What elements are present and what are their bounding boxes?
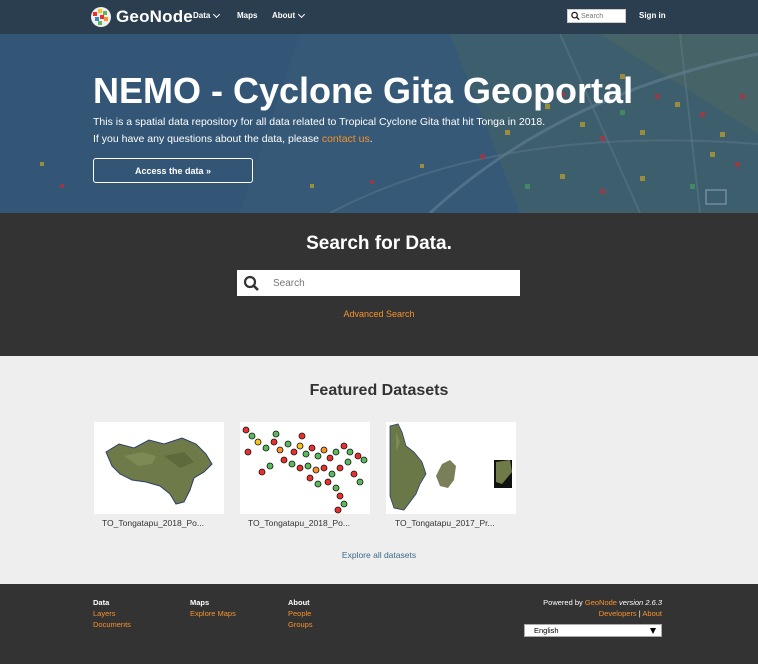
geonode-logo[interactable]: GeoNode (90, 4, 193, 30)
geonode-link[interactable]: GeoNode (585, 598, 617, 607)
footer-secondary-links: Developers | About (543, 608, 662, 619)
footer-maps-heading: Maps (190, 598, 210, 607)
hero-description-line1: This is a spatial data repository for al… (93, 116, 546, 128)
geonode-logo-icon (91, 7, 111, 27)
dataset-label-1[interactable]: TO_Tongatapu_2018_Po... (102, 518, 204, 528)
dropdown-arrow-icon (650, 628, 656, 634)
hero-banner: NEMO - Cyclone Gita Geoportal This is a … (0, 34, 758, 213)
hero-description-line2: If you have any questions about the data… (93, 133, 373, 145)
points-map-thumbnail (242, 426, 368, 514)
footer-about-link[interactable]: About (642, 609, 662, 618)
version-text: version 2.6.3 (616, 598, 662, 607)
footer-groups-link[interactable]: Groups (288, 619, 313, 630)
powered-by-info: Powered by GeoNode version 2.6.3 Develop… (543, 597, 662, 619)
nav-maps-label: Maps (237, 11, 258, 20)
chevron-down-icon (213, 10, 221, 18)
footer-maps-column: Maps Explore Maps (190, 597, 236, 619)
access-data-button[interactable]: Access the data » (93, 158, 253, 183)
top-navbar: GeoNode Data Maps About Sign in (0, 0, 758, 34)
tongatapu-island-thumbnail (105, 437, 213, 505)
nav-data-label: Data (193, 11, 211, 20)
imagery-tiles-thumbnail (389, 423, 512, 511)
dataset-label-2[interactable]: TO_Tongatapu_2018_Po... (248, 518, 350, 528)
footer-about-column: About People Groups (288, 597, 313, 630)
nav-search-box[interactable] (567, 9, 626, 23)
search-icon (243, 275, 259, 291)
language-selected-value: English (534, 626, 559, 635)
nav-maps-link[interactable]: Maps (237, 11, 257, 20)
nav-search-input[interactable] (581, 12, 625, 20)
footer-explore-maps-link[interactable]: Explore Maps (190, 608, 236, 619)
sign-in-link[interactable]: Sign in (639, 11, 666, 20)
search-section: Search for Data. Advanced Search (0, 213, 758, 356)
nav-about-menu[interactable]: About (272, 10, 306, 20)
footer-about-heading: About (288, 598, 310, 607)
featured-title: Featured Datasets (309, 382, 449, 399)
footer-data-heading: Data (93, 598, 110, 607)
powered-prefix: Powered by (543, 598, 585, 607)
developers-link[interactable]: Developers (599, 609, 637, 618)
nav-data-menu[interactable]: Data (193, 10, 221, 20)
dataset-thumbnail-2[interactable] (240, 422, 370, 514)
search-title: Search for Data. (306, 233, 452, 254)
hero-line2-prefix: If you have any questions about the data… (93, 133, 322, 145)
main-search-box[interactable] (237, 270, 520, 296)
page-title: NEMO - Cyclone Gita Geoportal (93, 70, 634, 111)
powered-by-line: Powered by GeoNode version 2.6.3 (543, 597, 662, 608)
dataset-thumbnail-1[interactable] (94, 422, 224, 514)
advanced-search-link[interactable]: Advanced Search (0, 309, 758, 319)
nav-about-label: About (272, 11, 296, 20)
main-search-input[interactable] (273, 277, 503, 289)
footer-data-column: Data Layers Documents (93, 597, 131, 630)
footer-documents-link[interactable]: Documents (93, 619, 131, 630)
chevron-down-icon (298, 10, 306, 18)
contact-us-link[interactable]: contact us (322, 133, 370, 145)
footer-people-link[interactable]: People (288, 608, 313, 619)
dataset-thumbnail-3[interactable] (386, 422, 516, 514)
hero-line2-suffix: . (369, 133, 373, 145)
explore-all-datasets-link[interactable]: Explore all datasets (0, 550, 758, 560)
search-icon (571, 11, 580, 21)
language-select[interactable]: English (524, 624, 662, 637)
dataset-label-3[interactable]: TO_Tongatapu_2017_Pr... (395, 518, 495, 528)
footer-layers-link[interactable]: Layers (93, 608, 131, 619)
brand-name: GeoNode (116, 7, 193, 26)
